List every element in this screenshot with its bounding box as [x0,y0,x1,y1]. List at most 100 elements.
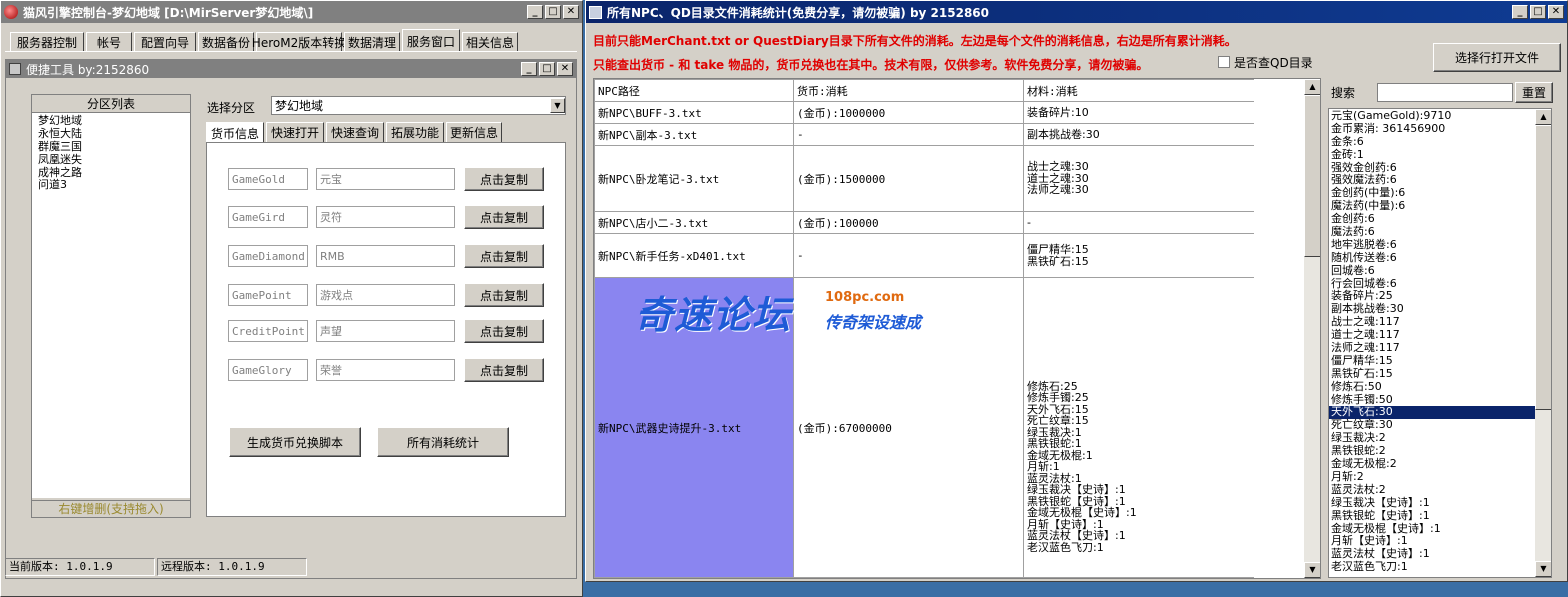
copy-button[interactable]: 点击复制 [464,358,544,382]
minimize-button[interactable]: _ [527,5,543,19]
table-row[interactable]: 新NPC\武器史诗提升-3.txt (金币):67000000 修炼石:25 修炼手镯… [594,277,1254,578]
menu-tab-8[interactable]: 相关信息 [462,32,518,52]
currency-code-field[interactable]: CreditPoint [228,320,308,342]
currency-code-field[interactable]: GameGold [228,168,308,190]
qd-dir-checkbox[interactable] [1218,56,1230,68]
menu-tab-3[interactable]: 配置向导 [134,32,196,52]
menu-tab-1[interactable]: 服务器控制 [10,32,84,52]
totals-item[interactable]: 黑铁银蛇【史诗】:1 [1329,509,1535,523]
sub-tab-4[interactable]: 拓展功能 [386,122,444,142]
currency-name-field[interactable]: RMB [316,245,455,267]
totals-item[interactable]: 僵尸精华:15 [1329,354,1535,368]
all-stats-button[interactable]: 所有消耗统计 [377,427,509,457]
partition-item[interactable]: 永恒大陆 [36,127,186,141]
select-partition-label: 选择分区 [207,101,256,115]
partition-list[interactable]: 梦幻地域 永恒大陆 群魔三国 凤凰迷失 成神之路 问道3 [32,113,190,498]
totals-item[interactable]: 法师之魂:117 [1329,341,1535,355]
currency-code-field[interactable]: GameGird [228,206,308,228]
menu-tab-6[interactable]: 数据清理 [344,32,400,52]
currency-code-field[interactable]: GameDiamond [228,245,308,267]
partition-item[interactable]: 问道3 [36,179,186,192]
totals-item[interactable]: 金砖:1 [1329,148,1535,162]
currency-code-field[interactable]: GameGlory [228,359,308,381]
totals-item[interactable]: 绿玉裁决【史诗】:1 [1329,496,1535,510]
totals-item[interactable]: 魔法药:6 [1329,225,1535,239]
sub-tab-3[interactable]: 快速查询 [326,122,384,142]
totals-item[interactable]: 蓝灵法杖:2 [1329,483,1535,497]
reset-button[interactable]: 重置 [1515,82,1553,103]
totals-item[interactable]: 月斩:2 [1329,470,1535,484]
console-title: 猫风引擎控制台-梦幻地域 [D:\MirServer梦幻地域\] [23,5,314,20]
chevron-down-icon[interactable]: ▼ [550,98,565,113]
currency-name-field[interactable]: 荣誉 [316,359,455,381]
totals-item[interactable]: 黑铁矿石:15 [1329,367,1535,381]
table-scrollbar[interactable]: ▲ ▼ [1304,79,1320,578]
totals-scroll-down-icon[interactable]: ▼ [1535,561,1551,577]
partition-select-value: 梦幻地域 [275,99,324,113]
table-header-row: NPC路径 货币:消耗 材料:消耗 [594,79,1254,102]
partition-item[interactable]: 凤凰迷失 [36,153,186,167]
totals-item[interactable]: 随机传送卷:6 [1329,251,1535,265]
tool-maximize-button[interactable]: □ [539,62,555,76]
currency-name-field[interactable]: 游戏点 [316,284,455,306]
maximize-button[interactable]: □ [545,5,561,19]
sub-tab-1[interactable]: 货币信息 [206,122,264,143]
scroll-up-icon[interactable]: ▲ [1304,79,1320,95]
stats-close-button[interactable]: ✕ [1548,5,1564,19]
totals-item[interactable]: 金域无极棍:2 [1329,457,1535,471]
totals-item[interactable]: 修炼石:50 [1329,380,1535,394]
totals-item[interactable]: 金条:6 [1329,135,1535,149]
totals-scroll-thumb[interactable] [1535,125,1551,410]
table-row[interactable]: 新NPC\卧龙笔记-3.txt (金币):1500000 战士之魂:30 道士之魂:3… [594,145,1254,212]
totals-item[interactable]: 地牢逃脱卷:6 [1329,238,1535,252]
currency-name-field[interactable]: 声望 [316,320,455,342]
npc-path-cell[interactable]: 新NPC\店小二-3.txt [594,211,794,234]
totals-item[interactable]: 老汉蓝色飞刀:1 [1329,560,1535,574]
tool-titlebar[interactable]: 便捷工具 by:2152860 _ □ ✕ [6,60,576,78]
totals-item[interactable]: 回城卷:6 [1329,264,1535,278]
currency-name-field[interactable]: 元宝 [316,168,455,190]
npc-path-cell[interactable]: 新NPC\副本-3.txt [594,123,794,146]
table-row[interactable]: 新NPC\BUFF-3.txt (金币):1000000 装备碎片:10 [594,101,1254,124]
search-input[interactable] [1377,83,1513,102]
copy-button[interactable]: 点击复制 [464,244,544,268]
copy-button[interactable]: 点击复制 [464,205,544,229]
copy-button[interactable]: 点击复制 [464,283,544,307]
partition-item[interactable]: 群魔三国 [36,140,186,154]
sub-tab-5[interactable]: 更新信息 [446,122,502,142]
currency-name-field[interactable]: 灵符 [316,206,455,228]
tool-minimize-button[interactable]: _ [521,62,537,76]
scroll-thumb[interactable] [1304,95,1320,257]
tool-close-button[interactable]: ✕ [557,62,573,76]
stats-minimize-button[interactable]: _ [1512,5,1528,19]
copy-button[interactable]: 点击复制 [464,167,544,191]
totals-scrollbar[interactable]: ▲ ▼ [1535,109,1551,577]
scroll-down-icon[interactable]: ▼ [1304,562,1320,578]
npc-path-cell[interactable]: 新NPC\BUFF-3.txt [594,101,794,124]
partition-select[interactable]: 梦幻地域 ▼ [271,96,566,115]
menu-tab-2[interactable]: 帐号 [86,32,132,52]
totals-item[interactable]: 元宝(GameGold):9710 [1329,109,1535,123]
sub-tab-2[interactable]: 快速打开 [266,122,324,142]
menu-tab-4[interactable]: 数据备份 [198,32,254,52]
menu-tab-7[interactable]: 服务窗口 [402,29,460,52]
stats-titlebar[interactable]: 所有NPC、QD目录文件消耗统计(免费分享，请勿被骗) by 2152860 _… [586,1,1567,23]
npc-path-cell[interactable]: 新NPC\武器史诗提升-3.txt [594,277,794,578]
close-button[interactable]: ✕ [563,5,579,19]
menu-tab-5[interactable]: HeroM2版本转换 [252,32,346,52]
npc-path-cell[interactable]: 新NPC\新手任务-xD401.txt [594,233,794,278]
copy-button[interactable]: 点击复制 [464,319,544,343]
currency-code-field[interactable]: GamePoint [228,284,308,306]
generate-script-button[interactable]: 生成货币兑换脚本 [229,427,361,457]
stats-maximize-button[interactable]: □ [1530,5,1546,19]
console-titlebar[interactable]: 猫风引擎控制台-梦幻地域 [D:\MirServer梦幻地域\] _ □ ✕ [1,1,582,23]
partition-item[interactable]: 梦幻地域 [36,114,186,128]
open-file-button[interactable]: 选择行打开文件 [1433,43,1561,72]
table-row[interactable]: 新NPC\副本-3.txt - 副本挑战卷:30 [594,123,1254,146]
npc-path-cell[interactable]: 新NPC\卧龙笔记-3.txt [594,145,794,212]
table-row[interactable]: 新NPC\店小二-3.txt (金币):100000- [594,211,1254,234]
totals-list[interactable]: 元宝(GameGold):9710 金币累消: 361456900 金条:6 金砖:1… [1329,109,1535,574]
table-row[interactable]: 新NPC\新手任务-xD401.txt - 僵尸精华:15 黑铁矿石:15 [594,233,1254,278]
totals-item[interactable]: 金币累消: 361456900 [1329,122,1535,136]
totals-scroll-up-icon[interactable]: ▲ [1535,109,1551,125]
